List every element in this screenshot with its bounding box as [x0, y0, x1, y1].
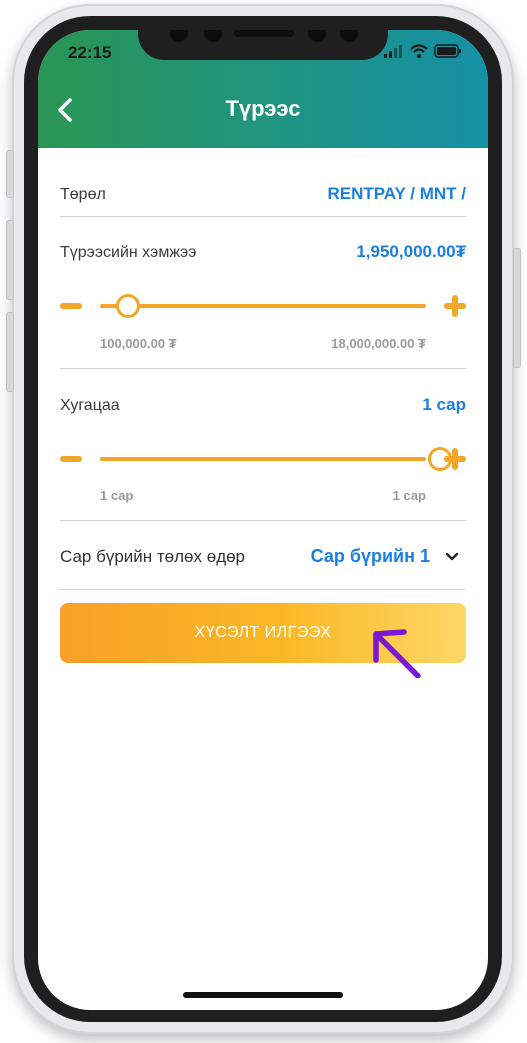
duration-row: Хугацаа 1 сар [60, 395, 466, 419]
wifi-icon [410, 44, 428, 58]
duration-value: 1 сар [422, 395, 466, 414]
amount-value: 1,950,000.00₮ [356, 242, 466, 261]
divider [60, 589, 466, 590]
silent-switch [6, 150, 14, 198]
divider [60, 368, 466, 369]
phone-notch [138, 30, 388, 60]
amount-slider-thumb[interactable] [115, 294, 140, 318]
amount-max-label: 18,000,000.00 ₮ [331, 336, 426, 351]
signal-icon [384, 45, 402, 58]
duration-label: Хугацаа [60, 397, 120, 414]
amount-plus-icon[interactable] [444, 295, 466, 317]
power-button [513, 248, 521, 368]
status-icons [384, 44, 462, 58]
home-indicator [183, 992, 343, 998]
status-time: 22:15 [68, 43, 112, 62]
volume-up-button [6, 220, 14, 300]
divider [60, 520, 466, 521]
screen: 22:15 Түрээс Төрөл RENTPAY / MNT / Түрээ… [38, 30, 488, 1010]
chevron-down-icon[interactable] [444, 549, 460, 565]
duration-max-label: 1 сар [392, 488, 426, 503]
volume-down-button [6, 312, 14, 392]
type-label: Төрөл [60, 186, 106, 203]
type-value[interactable]: RENTPAY / MNT / [327, 184, 466, 204]
page-title: Түрээс [225, 96, 301, 121]
amount-min-label: 100,000.00 ₮ [100, 336, 177, 351]
amount-minus-icon[interactable] [60, 303, 82, 309]
payday-select[interactable]: Сар бүрийн төлөх өдөр Сар бүрийн 1 [60, 544, 466, 570]
payday-label: Сар бүрийн төлөх өдөр [60, 547, 246, 566]
amount-row: Түрээсийн хэмжээ 1,950,000.00₮ [60, 242, 466, 266]
battery-icon [434, 44, 461, 58]
payday-value[interactable]: Сар бүрийн 1 [311, 546, 430, 567]
cursor-arrow-icon [373, 629, 421, 678]
duration-min-label: 1 сар [100, 488, 134, 503]
type-row[interactable]: Төрөл RENTPAY / MNT / [60, 184, 466, 208]
amount-slider-track[interactable] [100, 304, 426, 308]
duration-plus-icon[interactable] [444, 448, 466, 470]
duration-minus-icon[interactable] [60, 456, 82, 462]
amount-label: Түрээсийн хэмжээ [60, 244, 197, 261]
duration-slider-track[interactable] [100, 457, 426, 461]
divider [60, 216, 466, 217]
